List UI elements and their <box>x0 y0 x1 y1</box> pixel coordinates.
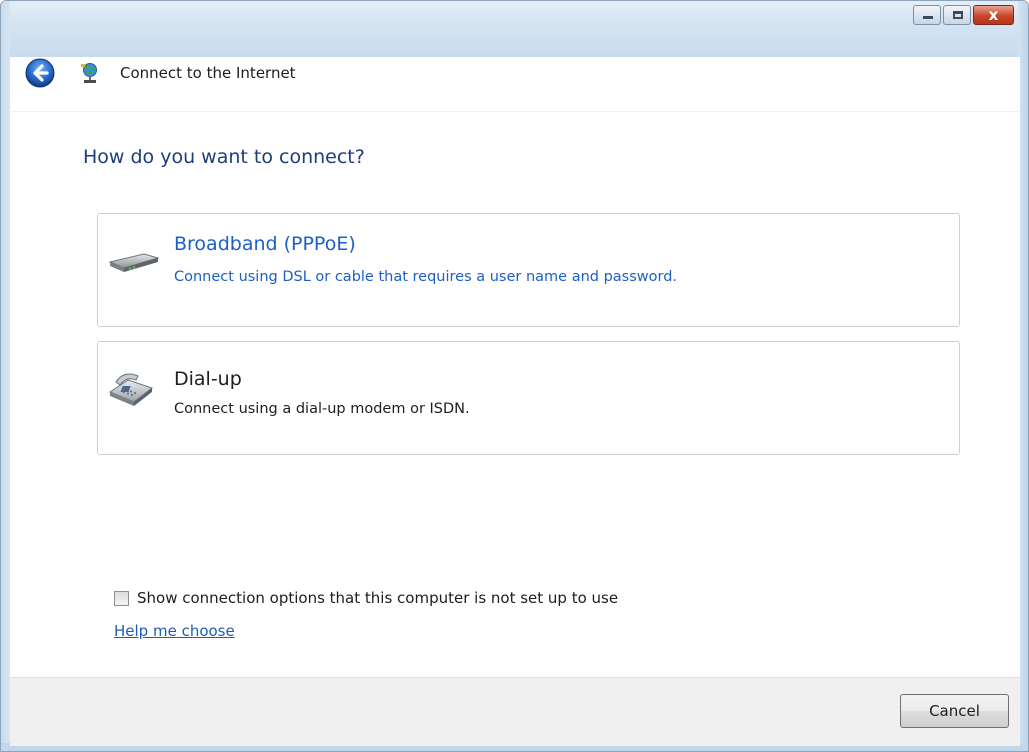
close-button[interactable]: x <box>973 5 1014 25</box>
network-globe-icon <box>80 62 100 84</box>
back-button[interactable] <box>25 58 55 88</box>
minimize-button[interactable] <box>913 5 941 25</box>
show-options-checkbox-label[interactable]: Show connection options that this comput… <box>137 589 618 607</box>
cancel-button[interactable]: Cancel <box>900 694 1009 728</box>
help-me-choose-link[interactable]: Help me choose <box>114 622 235 640</box>
broadband-option-description: Connect using DSL or cable that requires… <box>174 269 678 285</box>
caption-buttons: x <box>911 5 1014 25</box>
window-frame-left <box>1 1 10 751</box>
broadband-option-title: Broadband (PPPoE) <box>174 233 356 255</box>
page-heading: How do you want to connect? <box>83 146 365 168</box>
maximize-button[interactable] <box>943 5 971 25</box>
dialup-option-title: Dial-up <box>174 368 242 390</box>
wizard-footer <box>10 677 1020 746</box>
window-title: Connect to the Internet <box>120 64 296 82</box>
broadband-modem-icon <box>106 248 162 274</box>
back-arrow-icon <box>25 58 55 88</box>
maximize-icon <box>953 11 963 19</box>
dialup-phone-icon <box>106 366 156 408</box>
dialup-option-description: Connect using a dial-up modem or ISDN. <box>174 401 470 417</box>
show-options-checkbox[interactable] <box>114 591 129 606</box>
window-frame <box>1 1 1028 57</box>
minimize-icon <box>923 16 933 19</box>
close-icon: x <box>988 6 999 24</box>
wizard-window: x Connect to the Internet How do you wan… <box>0 0 1029 752</box>
broadband-option[interactable]: Broadband (PPPoE) Connect using DSL or c… <box>97 213 960 327</box>
dialup-option[interactable]: Dial-up Connect using a dial-up modem or… <box>97 341 960 455</box>
